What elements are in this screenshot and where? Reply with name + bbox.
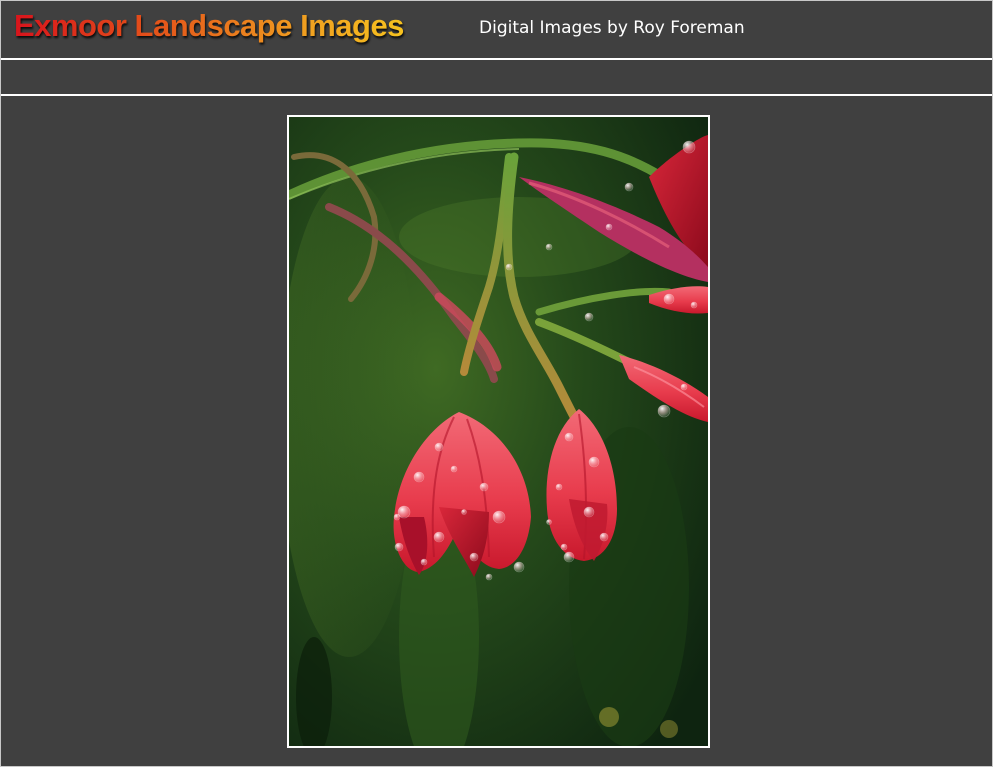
nav-bar	[1, 60, 992, 94]
flower-photo[interactable]	[289, 117, 708, 746]
nav-divider	[1, 94, 992, 96]
site-subtitle: Digital Images by Roy Foreman	[479, 18, 745, 38]
site-title[interactable]: Exmoor Landscape Images	[14, 8, 404, 44]
page-frame: Exmoor Landscape Images Digital Images b…	[0, 0, 993, 767]
site-header: Exmoor Landscape Images Digital Images b…	[1, 1, 992, 59]
photo-frame[interactable]	[287, 115, 710, 748]
